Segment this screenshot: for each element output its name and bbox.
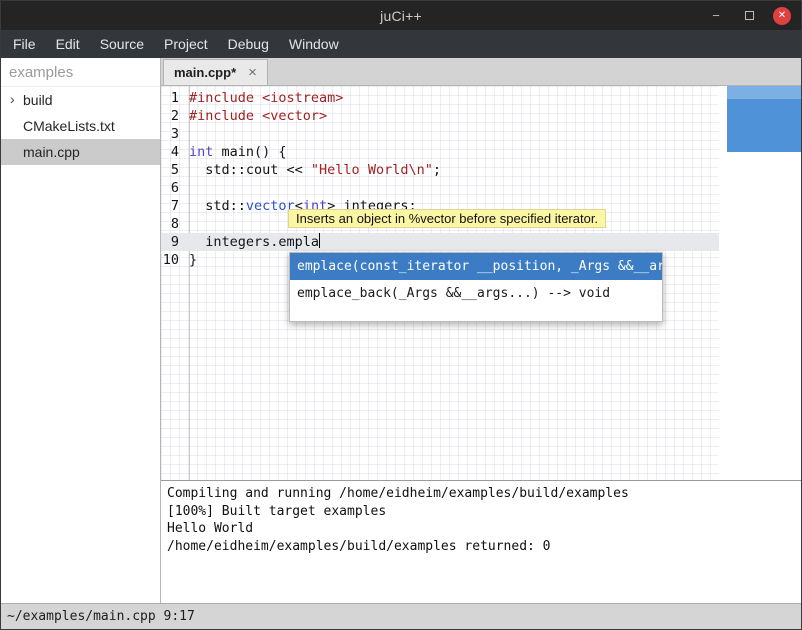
code-text: } [184,251,197,269]
line-number: 1 [161,89,184,107]
output-line: [100%] Built target examples [167,503,795,521]
output-line: Compiling and running /home/eidheim/exam… [167,485,795,503]
code-lines: 1#include <iostream>2#include <vector>34… [161,89,719,269]
menu-bar: FileEditSourceProjectDebugWindow [1,30,801,58]
expander-icon[interactable]: › [10,91,15,107]
code-line[interactable]: 2#include <vector> [161,107,719,125]
file-name: CMakeLists.txt [23,118,115,134]
minimize-button[interactable]: − [707,7,725,25]
completion-item[interactable]: emplace_back(_Args &&__args...) --> void [290,280,662,307]
project-name: examples [1,58,160,87]
file-name: build [23,92,53,108]
tab-bar: main.cpp* × [161,58,801,86]
file-explorer: examples › build CMakeLists.txt main.cpp [1,58,161,603]
menu-item-debug[interactable]: Debug [218,30,279,58]
line-number: 10 [161,251,184,269]
line-number: 9 [161,233,184,251]
doc-tooltip: Inserts an object in %vector before spec… [288,209,606,228]
tab-main-cpp[interactable]: main.cpp* × [163,59,268,85]
line-number: 3 [161,125,184,143]
code-editor[interactable]: 1#include <iostream>2#include <vector>34… [161,86,801,480]
line-number: 4 [161,143,184,161]
text-cursor [319,233,320,248]
title-bar: juCi++ − ✕ [1,1,801,30]
scrollbar-map[interactable] [727,86,801,152]
output-line: /home/eidheim/examples/build/examples re… [167,538,795,556]
menu-item-edit[interactable]: Edit [46,30,90,58]
menu-item-file[interactable]: File [3,30,46,58]
tab-close-icon[interactable]: × [248,65,257,80]
restore-button[interactable] [740,7,758,25]
code-line[interactable]: 9 integers.empla [161,233,719,251]
menu-item-window[interactable]: Window [279,30,349,58]
code-line[interactable]: 3 [161,125,719,143]
app-window: juCi++ − ✕ FileEditSourceProjectDebugWin… [0,0,802,630]
tree-item-build[interactable]: › build [1,87,160,113]
output-line: Hello World [167,520,795,538]
code-text [184,215,189,233]
main-area: examples › build CMakeLists.txt main.cpp ma… [1,58,801,603]
window-controls: − ✕ [707,1,791,30]
editor-column: main.cpp* × 1#include <iostream>2#includ… [161,58,801,603]
output-panel: Compiling and running /home/eidheim/exam… [161,480,801,603]
completion-item[interactable]: emplace(const_iterator __position, _Args… [290,253,662,280]
scrollbar-track [727,86,801,99]
code-text: integers.empla [184,233,320,251]
line-number: 8 [161,215,184,233]
line-number: 6 [161,179,184,197]
line-number: 2 [161,107,184,125]
code-text: #include <iostream> [184,89,343,107]
file-name: main.cpp [23,144,80,160]
code-text: int main() { [184,143,287,161]
file-tree: › build CMakeLists.txt main.cpp [1,87,160,165]
code-text: #include <vector> [184,107,327,125]
line-number: 7 [161,197,184,215]
scrollbar-thumb[interactable] [727,99,801,152]
code-line[interactable]: 4int main() { [161,143,719,161]
restore-icon [745,11,754,20]
code-text [184,179,189,197]
tree-item-cmakelists-txt[interactable]: CMakeLists.txt [1,113,160,139]
status-text: ~/examples/main.cpp 9:17 [7,609,195,624]
tab-label: main.cpp* [174,65,236,80]
close-button[interactable]: ✕ [773,7,791,25]
code-line[interactable]: 1#include <iostream> [161,89,719,107]
tree-item-main-cpp[interactable]: main.cpp [1,139,160,165]
menu-item-project[interactable]: Project [154,30,218,58]
status-bar: ~/examples/main.cpp 9:17 [1,603,801,629]
menu-item-source[interactable]: Source [90,30,154,58]
window-title: juCi++ [1,8,801,24]
code-text [184,125,189,143]
code-line[interactable]: 6 [161,179,719,197]
code-text: std::cout << "Hello World\n"; [184,161,441,179]
completion-popup: emplace(const_iterator __position, _Args… [289,252,663,322]
line-number: 5 [161,161,184,179]
code-line[interactable]: 5 std::cout << "Hello World\n"; [161,161,719,179]
